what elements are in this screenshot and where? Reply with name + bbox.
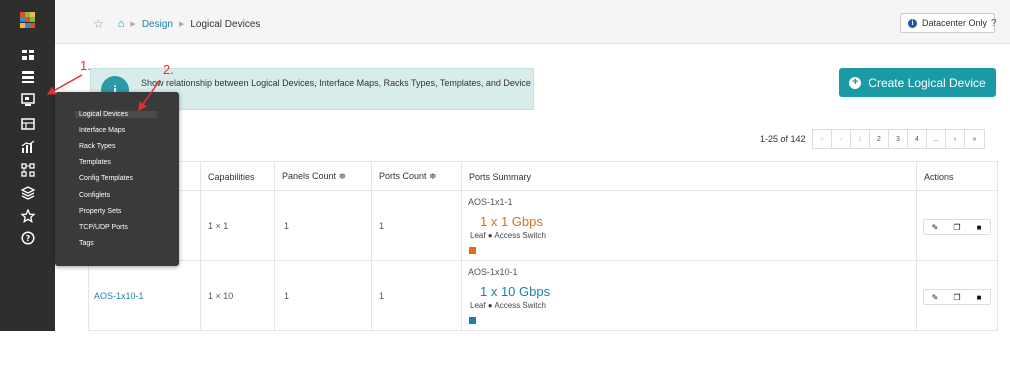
annotation-arrows (46, 74, 161, 112)
